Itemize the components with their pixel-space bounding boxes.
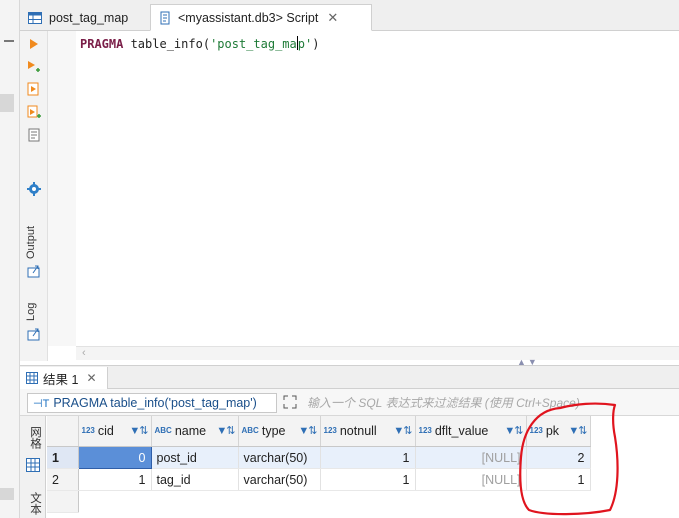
- column-name: name: [174, 424, 207, 438]
- query-icon: ⊣T: [33, 397, 50, 410]
- results-tab-bar: 结果 1 ✕: [20, 365, 679, 389]
- numeric-type-icon: 123: [418, 426, 432, 435]
- editor-tab-bar: post_tag_map <myassistant.db3> Script ✕: [20, 0, 679, 31]
- query-text-box[interactable]: ⊣T PRAGMA table_info('post_tag_map'): [27, 393, 277, 413]
- empty-cell: [590, 446, 679, 469]
- column-name: pk: [545, 424, 560, 438]
- filter-sort-icon[interactable]: ▼⇅: [216, 424, 235, 437]
- cell-cid[interactable]: 1: [78, 468, 152, 491]
- sql-code: table_info(: [123, 37, 211, 51]
- column-header-notnull[interactable]: 123 notnull ▼⇅: [320, 416, 416, 447]
- sql-string: 'post_tag_ma: [210, 37, 297, 51]
- horizontal-scrollbar[interactable]: ‹: [76, 346, 679, 360]
- query-text: PRAGMA table_info('post_tag_map'): [53, 396, 257, 410]
- cell-dflt-value[interactable]: [NULL]: [415, 468, 527, 491]
- editor-toolbar: Output Log: [20, 31, 48, 361]
- results-table: 123 cid ▼⇅ ABC name ▼⇅ ABC type ▼⇅ 123 notnull ▼…: [47, 416, 679, 513]
- cell-notnull[interactable]: 1: [320, 446, 416, 469]
- sql-editor[interactable]: PRAGMA table_info('post_tag_map'): [48, 31, 679, 346]
- sql-code-end: ): [312, 37, 320, 51]
- column-name: notnull: [339, 424, 377, 438]
- execute-script-icon[interactable]: [26, 81, 42, 97]
- left-panel-strip: [0, 0, 20, 518]
- cell-cid[interactable]: 0: [77, 446, 152, 469]
- script-icon: [159, 11, 171, 25]
- log-icon[interactable]: [26, 326, 42, 342]
- text-view-label[interactable]: 文本: [27, 492, 43, 515]
- column-header-type[interactable]: ABC type ▼⇅: [238, 416, 321, 447]
- table-icon: [28, 11, 42, 24]
- panel-indicator: [0, 94, 14, 112]
- log-panel-label[interactable]: Log: [25, 303, 37, 321]
- column-header-name[interactable]: ABC name ▼⇅: [151, 416, 239, 447]
- grid-view-label[interactable]: 网格: [27, 426, 43, 449]
- filter-sort-icon[interactable]: ▼⇅: [298, 424, 317, 437]
- filter-sort-icon[interactable]: ▼⇅: [504, 424, 523, 437]
- filter-sort-icon[interactable]: ▼⇅: [568, 424, 587, 437]
- empty-row-space: [78, 491, 679, 513]
- results-grid: 123 cid ▼⇅ ABC name ▼⇅ ABC type ▼⇅ 123 notnull ▼…: [47, 416, 679, 518]
- tab-label: <myassistant.db3> Script: [178, 10, 319, 25]
- cell-pk[interactable]: 2: [526, 446, 591, 469]
- header-row: 123 cid ▼⇅ ABC name ▼⇅ ABC type ▼⇅ 123 notnull ▼…: [47, 416, 679, 447]
- row-number[interactable]: 2: [47, 468, 79, 491]
- results-view-switcher: 网格 文本: [20, 416, 46, 518]
- cell-type[interactable]: varchar(50): [238, 446, 321, 469]
- column-header-dflt-value[interactable]: 123 dflt_value ▼⇅: [415, 416, 527, 447]
- table-row[interactable]: 2 1 tag_id varchar(50) 1 [NULL] 1: [47, 468, 679, 491]
- sql-keyword: PRAGMA: [80, 37, 124, 51]
- filter-sort-icon[interactable]: ▼⇅: [129, 424, 148, 437]
- column-name: dflt_value: [434, 424, 489, 438]
- expand-icon[interactable]: [283, 395, 297, 412]
- column-header-cid[interactable]: 123 cid ▼⇅: [78, 416, 152, 447]
- close-icon[interactable]: ✕: [327, 10, 338, 26]
- execute-script-new-tab-icon[interactable]: [26, 104, 42, 120]
- line-gutter: [48, 31, 76, 346]
- close-icon[interactable]: ✕: [86, 371, 96, 385]
- results-filter-bar: ⊣T PRAGMA table_info('post_tag_map') 输入一…: [20, 389, 679, 416]
- row-number-header: [47, 416, 79, 447]
- column-name: cid: [97, 424, 114, 438]
- empty-cell: [590, 469, 679, 491]
- cell-pk[interactable]: 1: [526, 468, 591, 491]
- tab-results-1[interactable]: 结果 1 ✕: [20, 367, 108, 389]
- grid-icon: [26, 372, 38, 384]
- cell-dflt-value[interactable]: [NULL]: [415, 446, 527, 469]
- tab-script[interactable]: <myassistant.db3> Script ✕: [150, 4, 372, 31]
- tab-post-tag-map[interactable]: post_tag_map: [20, 4, 148, 31]
- execute-statement-icon[interactable]: [26, 36, 42, 52]
- panel-indicator-bottom: [0, 488, 14, 500]
- execute-new-tab-icon[interactable]: [26, 59, 42, 75]
- numeric-type-icon: 123: [323, 426, 337, 435]
- table-row[interactable]: 1 0 post_id varchar(50) 1 [NULL] 2: [47, 446, 679, 469]
- column-header-pk[interactable]: 123 pk ▼⇅: [526, 416, 591, 447]
- row-number[interactable]: 1: [47, 446, 79, 469]
- settings-gear-icon[interactable]: [26, 181, 42, 197]
- cell-notnull[interactable]: 1: [320, 468, 416, 491]
- output-panel-label[interactable]: Output: [25, 226, 37, 259]
- collapse-mark[interactable]: [4, 40, 14, 42]
- numeric-type-icon: 123: [81, 426, 95, 435]
- grid-view-icon[interactable]: [26, 458, 40, 472]
- text-type-icon: ABC: [241, 426, 259, 435]
- output-icon[interactable]: [26, 263, 42, 279]
- table-row-empty: [47, 490, 679, 513]
- sql-code-line[interactable]: PRAGMA table_info('post_tag_map'): [80, 36, 319, 51]
- sql-string-end: p': [297, 37, 313, 51]
- filter-input[interactable]: 输入一个 SQL 表达式来过滤结果 (使用 Ctrl+Space): [303, 393, 679, 413]
- numeric-type-icon: 123: [529, 426, 543, 435]
- scroll-left-icon[interactable]: ‹: [82, 347, 86, 359]
- cell-type[interactable]: varchar(50): [238, 468, 321, 491]
- results-tab-label: 结果 1: [43, 372, 79, 387]
- empty-header-space: [590, 416, 679, 447]
- cell-name[interactable]: tag_id: [151, 468, 239, 491]
- column-name: type: [261, 424, 286, 438]
- cell-name[interactable]: post_id: [151, 446, 239, 469]
- filter-sort-icon[interactable]: ▼⇅: [393, 424, 412, 437]
- explain-plan-icon[interactable]: [26, 127, 42, 143]
- row-number-empty: [47, 490, 79, 513]
- text-type-icon: ABC: [154, 426, 172, 435]
- tab-label: post_tag_map: [49, 10, 129, 25]
